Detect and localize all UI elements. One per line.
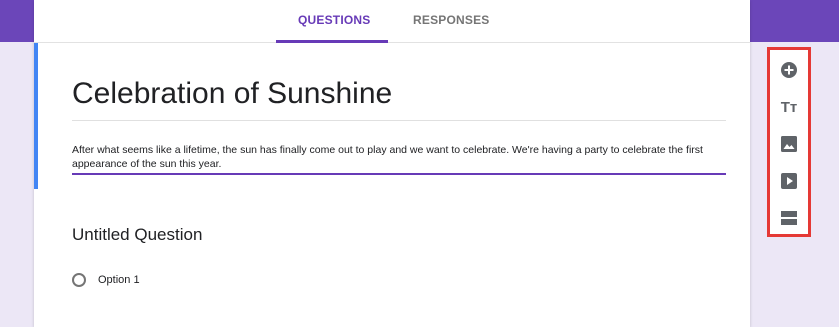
section-icon [781, 211, 797, 225]
form-header-section[interactable]: Celebration of Sunshine After what seems… [34, 43, 750, 189]
active-section-indicator [34, 43, 38, 189]
add-title-button[interactable]: Tт [779, 97, 799, 117]
side-toolbar: Tт [767, 47, 811, 237]
add-question-button[interactable] [779, 60, 799, 80]
option-label[interactable]: Option 1 [98, 274, 140, 286]
form-title[interactable]: Celebration of Sunshine [72, 77, 392, 111]
video-icon [781, 173, 797, 189]
image-icon [781, 136, 797, 152]
add-circle-icon [781, 62, 797, 78]
form-description[interactable]: After what seems like a lifetime, the su… [72, 143, 726, 175]
tab-questions[interactable]: QUESTIONS [298, 13, 370, 27]
text-icon: Tт [780, 98, 798, 116]
tab-responses[interactable]: RESPONSES [413, 13, 490, 27]
option-row: Option 1 [72, 273, 140, 287]
form-card: QUESTIONS RESPONSES Celebration of Sunsh… [34, 0, 750, 327]
title-divider [72, 120, 726, 121]
question-card[interactable]: Untitled Question Option 1 [72, 225, 726, 287]
add-image-button[interactable] [779, 134, 799, 154]
radio-button[interactable] [72, 273, 86, 287]
add-video-button[interactable] [779, 171, 799, 191]
add-section-button[interactable] [779, 208, 799, 228]
tab-bar: QUESTIONS RESPONSES [34, 0, 750, 43]
question-title[interactable]: Untitled Question [72, 225, 726, 245]
